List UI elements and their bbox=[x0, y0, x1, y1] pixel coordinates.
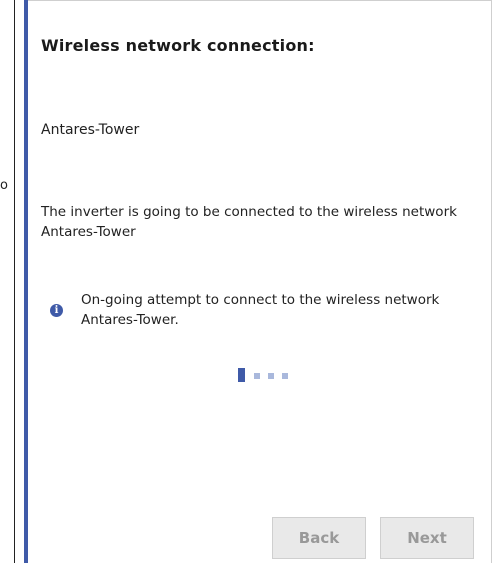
loader-segment bbox=[282, 373, 288, 379]
back-button[interactable]: Back bbox=[272, 517, 366, 559]
next-button[interactable]: Next bbox=[380, 517, 474, 559]
page-title: Wireless network connection: bbox=[41, 36, 315, 55]
loader-segment bbox=[268, 373, 274, 379]
panel-border bbox=[28, 0, 492, 1]
wizard-panel: Wireless network connection: Antares-Tow… bbox=[24, 0, 492, 563]
panel-accent-bar bbox=[24, 0, 28, 563]
connection-description: The inverter is going to be connected to… bbox=[41, 204, 457, 240]
loader-segment bbox=[254, 373, 260, 379]
info-icon: i bbox=[50, 304, 63, 317]
info-message-text: On-going attempt to connect to the wirel… bbox=[81, 292, 440, 328]
outer-divider bbox=[14, 0, 15, 563]
loading-indicator bbox=[238, 368, 298, 382]
offscreen-text-fragment: o bbox=[0, 178, 8, 193]
network-name: Antares-Tower bbox=[41, 122, 140, 138]
loader-segment-active bbox=[238, 368, 245, 382]
info-message: i On-going attempt to connect to the wir… bbox=[41, 290, 471, 334]
page: o Wireless network connection: Antares-T… bbox=[0, 0, 492, 563]
